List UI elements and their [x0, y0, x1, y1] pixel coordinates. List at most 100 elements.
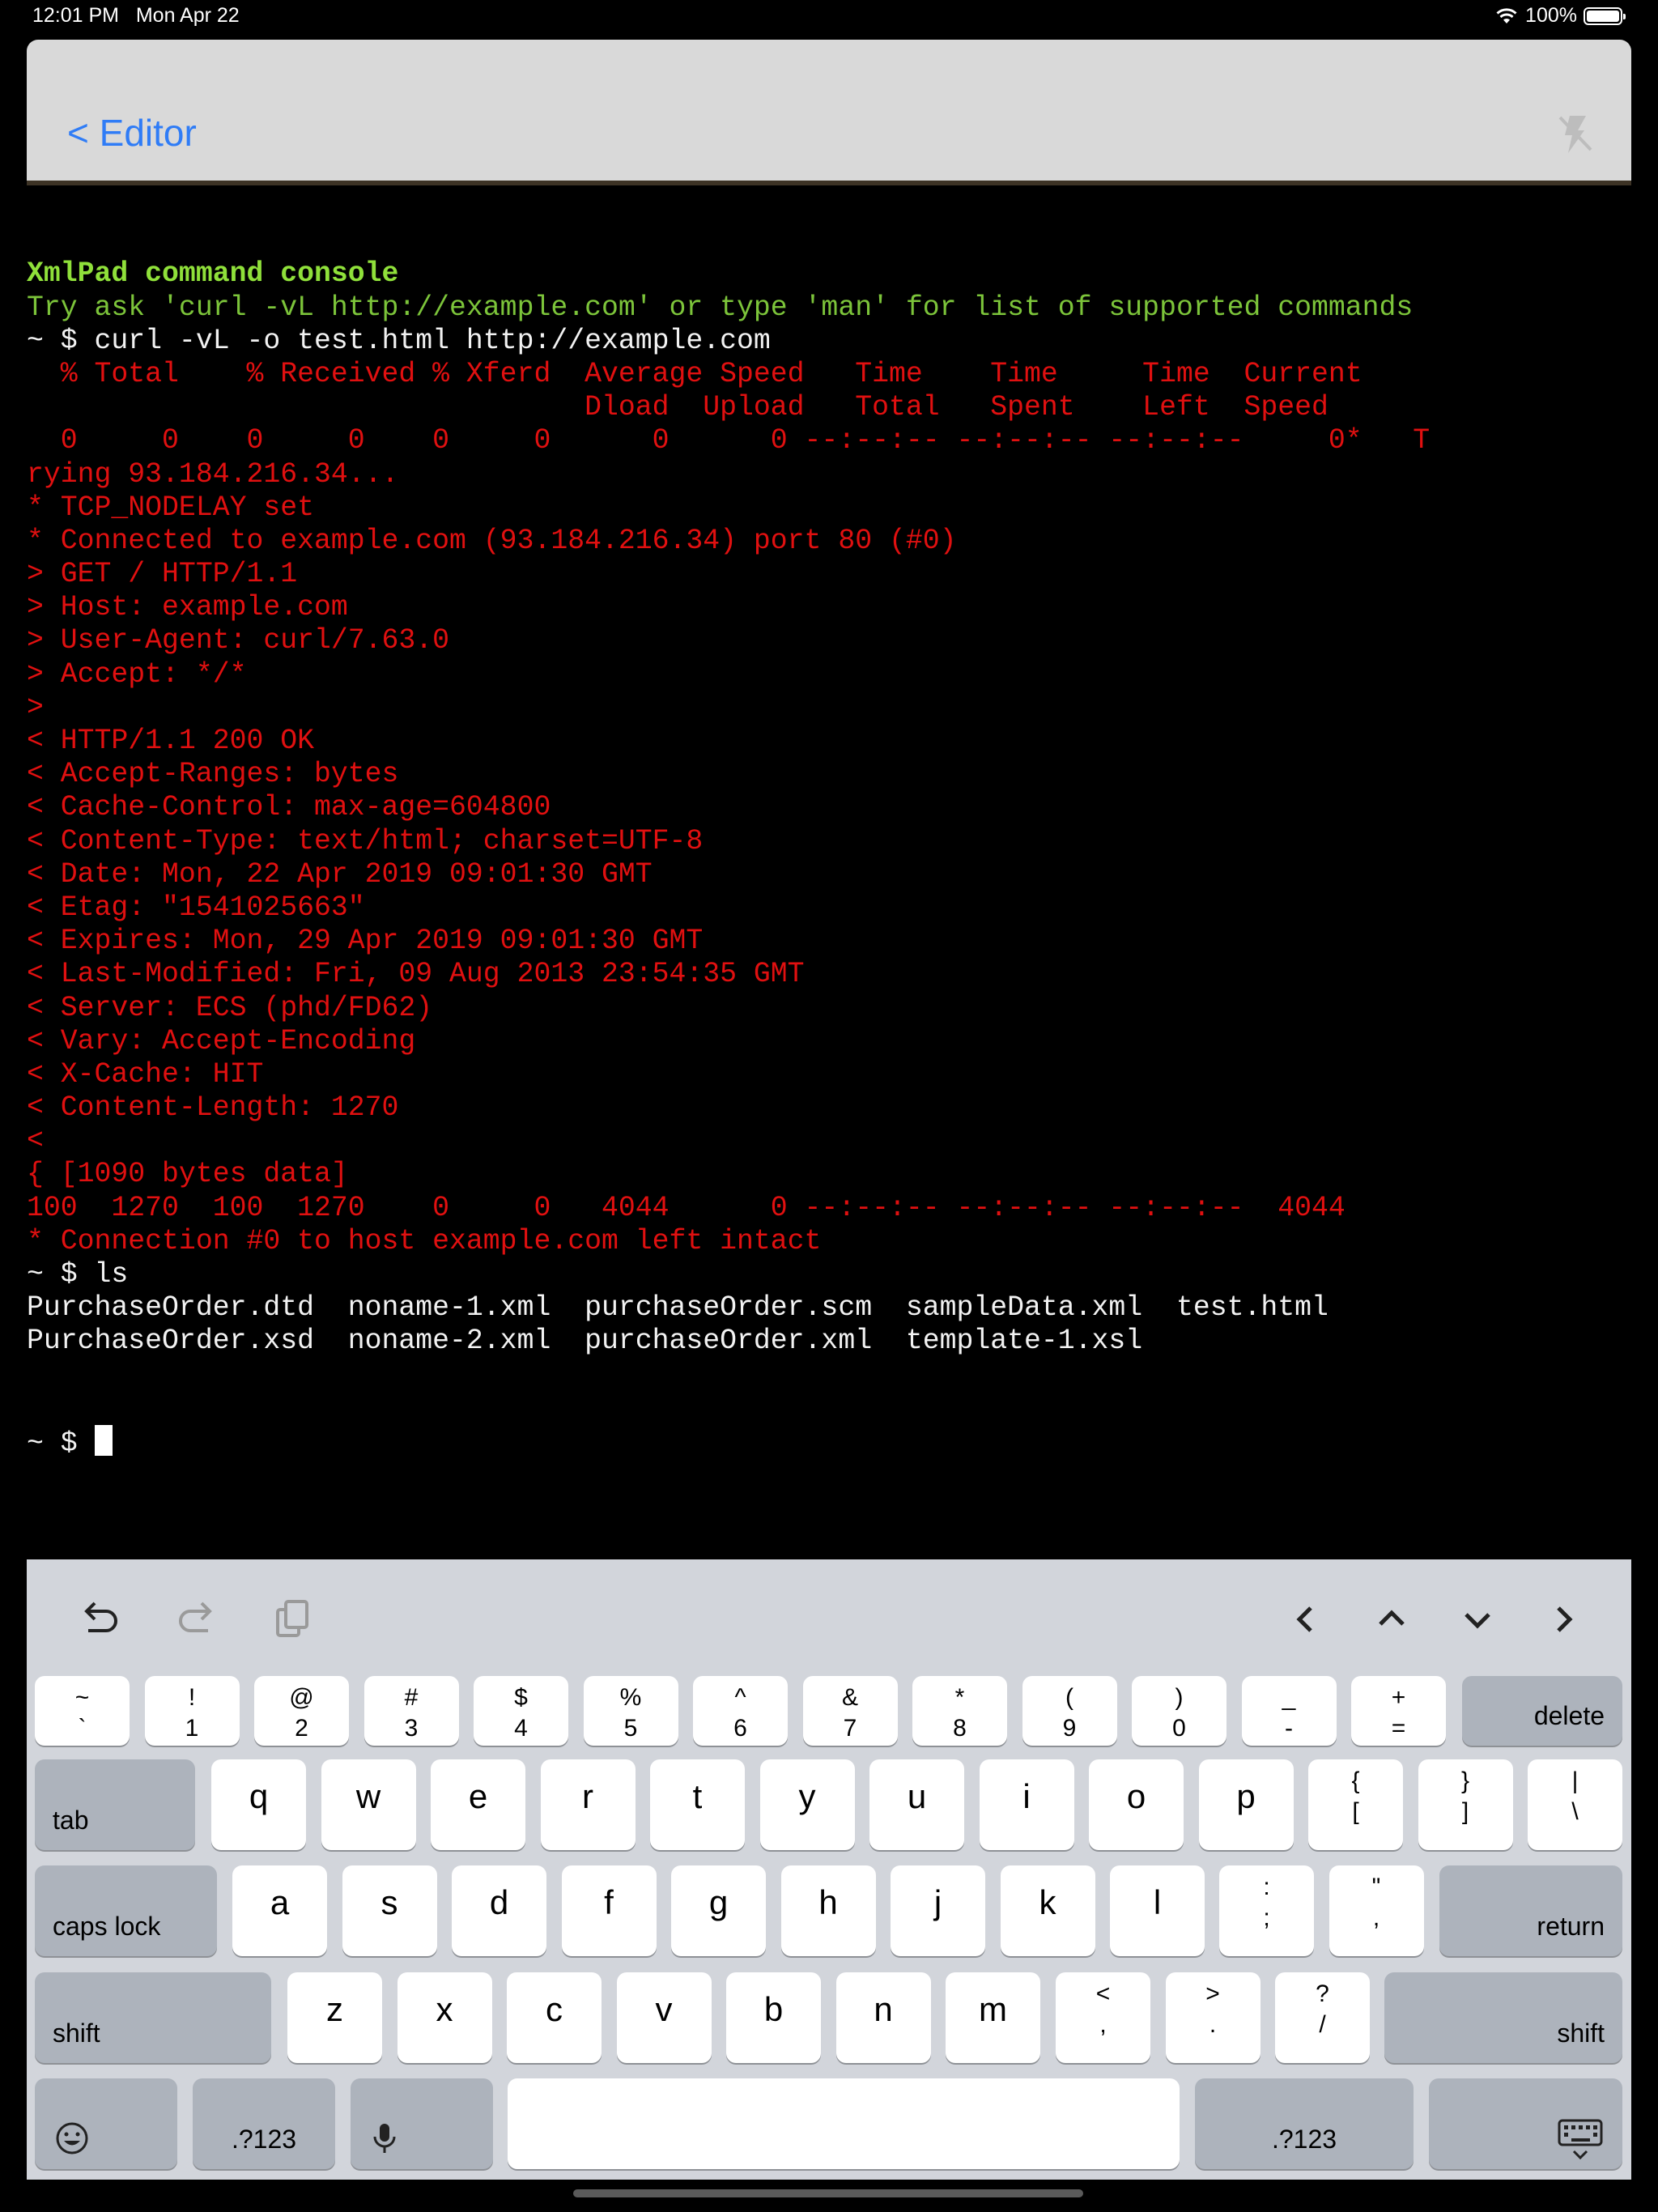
key-base-label: \ — [1571, 1798, 1579, 1825]
key-label: u — [907, 1777, 927, 1815]
key-a[interactable]: a — [232, 1865, 327, 1956]
key-label: s — [380, 1883, 398, 1921]
key-base-label: 1 — [185, 1715, 199, 1742]
battery-fill — [1587, 10, 1619, 22]
key-4[interactable]: $4 — [474, 1676, 568, 1746]
key-shift-label: | — [1571, 1767, 1579, 1794]
terminal-output[interactable]: XmlPad command console Try ask 'curl -vL … — [27, 191, 1631, 1559]
delete-key[interactable]: delete — [1462, 1676, 1622, 1746]
arrow-down-icon[interactable] — [1453, 1595, 1502, 1644]
key-shift-label: _ — [1282, 1684, 1296, 1711]
key-shift-label: ! — [188, 1684, 196, 1711]
tab-key[interactable]: tab — [35, 1759, 195, 1850]
key-5[interactable]: % 5 — [583, 1676, 678, 1746]
space-key[interactable] — [508, 2078, 1180, 2169]
numbers-key-right[interactable]: .?123 — [1195, 2078, 1414, 2169]
key-sym3-1[interactable]: ", — [1329, 1865, 1424, 1956]
key-1[interactable]: ! 1 — [144, 1676, 240, 1746]
key-g[interactable]: g — [671, 1865, 766, 1956]
return-key[interactable]: return — [1439, 1865, 1622, 1956]
undo-icon[interactable] — [75, 1595, 124, 1644]
redo-icon[interactable] — [172, 1595, 221, 1644]
terminal-line: { [1090 bytes data] — [27, 1159, 348, 1191]
terminal-line: > Host: example.com — [27, 592, 348, 624]
key-t[interactable]: t — [650, 1759, 745, 1850]
key-6[interactable]: ^ 6 — [693, 1676, 788, 1746]
flash-off-icon[interactable] — [1550, 109, 1599, 158]
key-c[interactable]: c — [507, 1972, 602, 2063]
numbers-key-left[interactable]: .?123 — [193, 2078, 335, 2169]
key-label: b — [763, 1990, 784, 2028]
key-z[interactable]: z — [287, 1972, 382, 2063]
key-base-label: 4 — [514, 1715, 528, 1742]
clipboard-icon[interactable] — [270, 1595, 318, 1644]
key-sym-0[interactable]: {[ — [1308, 1759, 1403, 1850]
key-f[interactable]: f — [561, 1865, 657, 1956]
key-d[interactable]: d — [452, 1865, 546, 1956]
key-label: e — [468, 1777, 488, 1815]
key-11[interactable]: _ - — [1241, 1676, 1337, 1746]
key-sym4-2[interactable]: ? / — [1275, 1972, 1370, 2063]
key-10[interactable]: ) 0 — [1132, 1676, 1226, 1746]
key-label: f — [604, 1883, 614, 1921]
arrow-up-icon[interactable] — [1367, 1595, 1416, 1644]
key-sym-1[interactable]: }] — [1418, 1759, 1513, 1850]
terminal-prompt-line[interactable]: ~ $ — [27, 1425, 1631, 1460]
key-sym-2[interactable]: | \ — [1528, 1759, 1622, 1850]
key-base-label: - — [1285, 1715, 1293, 1742]
key-sym4-0[interactable]: <, — [1056, 1972, 1150, 2063]
hide-keyboard-key[interactable] — [1429, 2078, 1622, 2169]
key-0[interactable]: ~ ` — [35, 1676, 130, 1746]
shift-right-key[interactable]: shift — [1384, 1972, 1622, 2063]
key-q[interactable]: q — [211, 1759, 306, 1850]
key-b[interactable]: b — [726, 1972, 821, 2063]
on-screen-keyboard: ~ `! 1 @2 #3 $4% 5 ^ 6 & 7 * 8(9) 0 _ - + = delete tab q w e r t… — [27, 1559, 1631, 2180]
arrow-left-icon[interactable] — [1282, 1595, 1330, 1644]
key-m[interactable]: m — [946, 1972, 1040, 2063]
key-sym3-0[interactable]: :; — [1219, 1865, 1314, 1956]
key-x[interactable]: x — [397, 1972, 492, 2063]
key-j[interactable]: j — [891, 1865, 985, 1956]
key-label: return — [1537, 1912, 1605, 1941]
back-to-editor-button[interactable]: < Editor — [67, 111, 197, 155]
key-7[interactable]: & 7 — [802, 1676, 898, 1746]
terminal-line: > Accept: */* — [27, 658, 247, 691]
key-u[interactable]: u — [869, 1759, 964, 1850]
shift-left-key[interactable]: shift — [35, 1972, 271, 2063]
arrow-right-icon[interactable] — [1539, 1595, 1588, 1644]
key-n[interactable]: n — [835, 1972, 931, 2063]
key-k[interactable]: k — [1000, 1865, 1095, 1956]
terminal-line: < Vary: Accept-Encoding — [27, 1025, 416, 1057]
key-3[interactable]: #3 — [363, 1676, 459, 1746]
key-w[interactable]: w — [321, 1759, 416, 1850]
key-s[interactable]: s — [342, 1865, 437, 1956]
key-r[interactable]: r — [540, 1759, 636, 1850]
key-label: t — [692, 1777, 703, 1815]
key-shift-label: # — [404, 1684, 419, 1711]
key-l[interactable]: l — [1110, 1865, 1205, 1956]
dictation-key[interactable] — [351, 2078, 493, 2169]
key-h[interactable]: h — [780, 1865, 876, 1956]
emoji-key[interactable] — [35, 2078, 177, 2169]
home-indicator[interactable] — [573, 2189, 1083, 2197]
key-8[interactable]: * 8 — [912, 1676, 1007, 1746]
key-base-label: 9 — [1062, 1715, 1077, 1742]
key-i[interactable]: i — [979, 1759, 1074, 1850]
status-bar: 12:01 PM Mon Apr 22 100% — [0, 0, 1658, 34]
key-e[interactable]: e — [431, 1759, 525, 1850]
key-sym4-1[interactable]: >. — [1165, 1972, 1261, 2063]
key-p[interactable]: p — [1198, 1759, 1294, 1850]
key-label: x — [436, 1990, 453, 2028]
key-base-label: ] — [1461, 1798, 1469, 1825]
key-label: z — [326, 1990, 343, 2028]
key-label: p — [1236, 1777, 1256, 1815]
key-o[interactable]: o — [1089, 1759, 1184, 1850]
key-y[interactable]: y — [759, 1759, 855, 1850]
key-2[interactable]: @2 — [254, 1676, 349, 1746]
key-12[interactable]: + = — [1351, 1676, 1446, 1746]
key-label: shift — [53, 2018, 100, 2048]
caps-lock-key[interactable]: caps lock — [35, 1865, 217, 1956]
key-base-label: 2 — [295, 1715, 308, 1742]
key-v[interactable]: v — [616, 1972, 712, 2063]
key-9[interactable]: (9 — [1022, 1676, 1117, 1746]
